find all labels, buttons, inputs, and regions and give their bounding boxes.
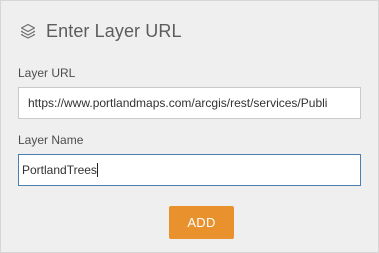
layer-url-label: Layer URL: [18, 66, 76, 80]
layer-url-value: https://www.portlandmaps.com/arcgis/rest…: [28, 96, 328, 110]
panel-title: Enter Layer URL: [46, 20, 182, 41]
text-cursor: [96, 162, 98, 177]
layers-icon: [19, 22, 37, 40]
layer-name-label: Layer Name: [18, 133, 84, 147]
add-button[interactable]: ADD: [169, 206, 234, 239]
enter-layer-url-panel: Enter Layer URL Layer URL https://www.po…: [0, 0, 379, 253]
layer-name-input[interactable]: PortlandTrees: [18, 154, 361, 186]
layer-name-value: PortlandTrees: [22, 163, 97, 177]
panel-header: Enter Layer URL: [19, 19, 182, 43]
layer-url-input[interactable]: https://www.portlandmaps.com/arcgis/rest…: [18, 87, 361, 119]
